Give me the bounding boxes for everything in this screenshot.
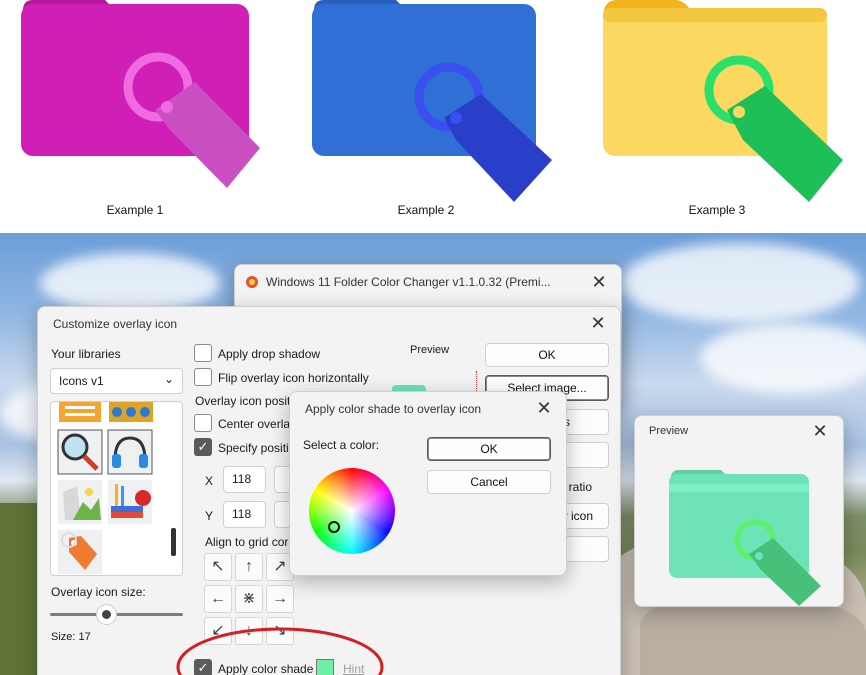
example-1-caption: Example 1 (106, 203, 164, 217)
overlay-dialog-close-icon[interactable]: ✕ (588, 313, 608, 333)
preview-window-close-icon[interactable]: ✕ (810, 421, 830, 441)
flip-horizontal-label: Flip overlay icon horizontally (218, 371, 369, 385)
color-shade-close-icon[interactable]: ✕ (534, 398, 554, 418)
align-right-arrow-icon[interactable]: → (266, 585, 294, 613)
specify-position-label: Specify positio (218, 441, 296, 455)
example-3-folder-icon (603, 0, 843, 202)
color-shade-dialog-title: Apply color shade to overlay icon (305, 402, 482, 416)
preview-window: Preview ✕ (634, 415, 844, 607)
chevron-down-icon: ⌄ (163, 372, 174, 386)
align-center-icon[interactable]: ⋇ (235, 585, 263, 613)
drop-shadow-label: Apply drop shadow (218, 347, 321, 361)
preview-folder-icon (669, 470, 821, 606)
example-3-caption: Example 3 (688, 203, 746, 217)
align-top-arrow-icon[interactable]: ↑ (235, 553, 263, 581)
align-left-arrow-icon[interactable]: ← (204, 585, 232, 613)
example-1-folder-icon (21, 0, 260, 188)
example-2: Example 2 (296, 0, 556, 233)
center-overlay-label: Center overlay (218, 417, 297, 431)
examples-strip: Example 1 Example 2 Example 3 (0, 0, 866, 233)
size-label: Overlay icon size: (51, 585, 146, 599)
example-3: Example 3 (587, 0, 847, 233)
align-grid-label: Align to grid cor (205, 535, 289, 549)
libraries-label: Your libraries (51, 347, 121, 361)
main-window-close-icon[interactable]: ✕ (589, 272, 609, 292)
shade-ok-button[interactable]: OK (427, 437, 551, 461)
shade-cancel-button[interactable]: Cancel (427, 470, 551, 494)
app-logo-icon (246, 276, 258, 288)
x-label: X (205, 474, 214, 488)
preview-window-title: Preview (649, 425, 689, 437)
y-label: Y (205, 509, 214, 523)
ok-button[interactable]: OK (485, 343, 609, 367)
x-input[interactable]: 118 (223, 466, 266, 493)
select-color-label: Select a color: (303, 438, 380, 452)
color-wheel[interactable] (309, 468, 395, 554)
library-icons (57, 402, 176, 574)
size-slider-thumb[interactable] (96, 604, 117, 625)
specify-position-checkbox[interactable]: ✓ (194, 438, 212, 456)
icon-library-grid (50, 401, 183, 576)
y-input[interactable]: 118 (223, 501, 266, 528)
color-shade-dialog: Apply color shade to overlay icon ✕ Sele… (289, 391, 567, 576)
flip-horizontal-checkbox[interactable] (194, 368, 212, 386)
main-window-title: Windows 11 Folder Color Changer v1.1.0.3… (266, 275, 551, 289)
center-overlay-checkbox[interactable] (194, 414, 212, 432)
size-value: Size: 17 (51, 631, 91, 643)
align-top-left-arrow-icon[interactable]: ↖ (204, 553, 232, 581)
example-2-caption: Example 2 (397, 203, 455, 217)
preview-label: Preview (410, 344, 450, 356)
overlay-dialog-title: Customize overlay icon (53, 317, 178, 331)
library-select[interactable]: Icons v1 ⌄ (50, 368, 183, 394)
drop-shadow-checkbox[interactable] (194, 344, 212, 362)
overlay-position-label: Overlay icon positi (195, 394, 294, 408)
library-select-value: Icons v1 (59, 374, 104, 388)
color-wheel-picker[interactable] (328, 521, 340, 533)
example-1: Example 1 (5, 0, 265, 233)
highlight-ellipse (176, 627, 384, 675)
example-2-folder-icon (312, 0, 552, 202)
